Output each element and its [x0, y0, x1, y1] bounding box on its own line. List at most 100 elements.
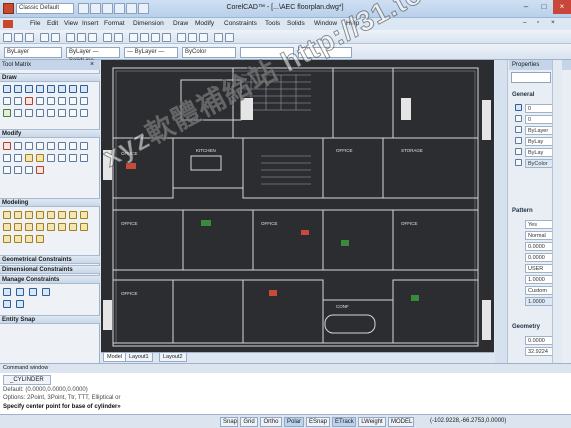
box-icon[interactable] [3, 211, 11, 219]
tab-layout2[interactable]: Layout2 [159, 353, 187, 362]
zoom-fit-icon[interactable] [162, 33, 171, 42]
boundary-icon[interactable] [69, 97, 77, 105]
scale-icon[interactable] [80, 142, 88, 150]
thicken-icon[interactable] [36, 235, 44, 243]
pan-icon[interactable] [129, 33, 138, 42]
new-icon[interactable] [3, 33, 12, 42]
undo-icon[interactable] [103, 33, 112, 42]
menu-insert[interactable]: Insert [82, 20, 98, 27]
app-logo-icon[interactable] [3, 3, 14, 14]
menu-dimension[interactable]: Dimension [133, 20, 164, 27]
sketch-icon[interactable] [58, 97, 66, 105]
rectangle-icon[interactable] [47, 85, 55, 93]
offset-icon[interactable] [36, 142, 44, 150]
sphere-icon[interactable] [47, 211, 55, 219]
mirror-icon[interactable] [25, 142, 33, 150]
cylinder-icon[interactable] [36, 211, 44, 219]
save-icon[interactable] [102, 3, 113, 14]
new-file-icon[interactable] [78, 3, 89, 14]
union-icon[interactable] [36, 223, 44, 231]
text-icon[interactable] [47, 109, 55, 117]
image-icon[interactable] [80, 109, 88, 117]
revolve-icon[interactable] [3, 223, 11, 231]
cone-icon[interactable] [25, 211, 33, 219]
circle-icon[interactable] [25, 85, 33, 93]
align-icon[interactable] [14, 166, 22, 174]
doc-icon[interactable] [3, 20, 13, 28]
extrude-icon[interactable] [80, 211, 88, 219]
polygon-icon[interactable] [58, 85, 66, 93]
doc-restore-icon[interactable]: ▫ [537, 19, 539, 26]
intersect-icon[interactable] [58, 223, 66, 231]
menu-modify[interactable]: Modify [195, 20, 214, 27]
tab-model[interactable]: Model [103, 353, 126, 362]
pattern-icon[interactable] [47, 142, 55, 150]
etrack-toggle[interactable]: ETrack [332, 417, 356, 427]
match-icon[interactable] [214, 33, 223, 42]
command-prompt[interactable]: Specify center point for base of cylinde… [3, 404, 121, 410]
model-toggle[interactable]: MODEL [388, 417, 414, 427]
menu-draw[interactable]: Draw [173, 20, 188, 27]
ellipse-icon[interactable] [69, 85, 77, 93]
shell-icon[interactable] [14, 235, 22, 243]
lweight-toggle[interactable]: LWeight [358, 417, 386, 427]
save-icon[interactable] [25, 33, 34, 42]
region-icon[interactable] [80, 97, 88, 105]
esnap-toggle[interactable]: ESnap [306, 417, 330, 427]
menu-constraints[interactable]: Constraints [224, 20, 257, 27]
wipeout-icon[interactable] [25, 109, 33, 117]
loft-icon[interactable] [25, 223, 33, 231]
section-dimensional-constraints[interactable]: Dimensional Constraints [0, 265, 100, 274]
menu-tools[interactable]: Tools [265, 20, 280, 27]
menu-edit[interactable]: Edit [47, 20, 58, 27]
rotate-icon[interactable] [69, 142, 77, 150]
copy-entity-icon[interactable] [14, 142, 22, 150]
command-input[interactable]: _CYLINDER [3, 375, 51, 385]
chamfer-icon[interactable] [69, 154, 77, 162]
paste-icon[interactable] [88, 33, 97, 42]
section-icon[interactable] [80, 223, 88, 231]
stretch-icon[interactable] [3, 154, 11, 162]
slice-icon[interactable] [69, 223, 77, 231]
help-icon[interactable] [199, 33, 208, 42]
tab-layout1[interactable]: Layout1 [125, 353, 153, 362]
section-manage-constraints[interactable]: Manage Constraints [0, 275, 100, 284]
preview-icon[interactable] [51, 33, 60, 42]
close-icon[interactable]: × [553, 0, 571, 14]
auto-constrain-icon[interactable] [29, 288, 37, 296]
explode-icon[interactable] [3, 166, 11, 174]
maximize-icon[interactable]: □ [535, 0, 553, 14]
join-icon[interactable] [58, 154, 66, 162]
cloud-icon[interactable] [47, 97, 55, 105]
fillet-icon[interactable] [80, 154, 88, 162]
section-draw[interactable]: Draw [0, 73, 100, 82]
polyline-icon[interactable] [14, 85, 22, 93]
interfere-icon[interactable] [3, 235, 11, 243]
section-modeling[interactable]: Modeling [0, 198, 100, 207]
properties-scrollbar[interactable] [552, 60, 562, 363]
line-icon[interactable] [3, 85, 11, 93]
print-icon[interactable] [40, 33, 49, 42]
menu-view[interactable]: View [64, 20, 78, 27]
doc-close-icon[interactable]: × [551, 19, 555, 26]
edit-poly-icon[interactable] [25, 166, 33, 174]
break-icon[interactable] [47, 154, 55, 162]
spline-icon[interactable] [80, 85, 88, 93]
mtext-icon[interactable] [58, 109, 66, 117]
layer-select[interactable]: ByLayer [4, 47, 62, 58]
wedge-icon[interactable] [14, 211, 22, 219]
lineweight-select[interactable]: — ByLayer — [124, 47, 178, 58]
point-icon[interactable] [25, 97, 33, 105]
section-entity-snap[interactable]: Entity Snap [0, 315, 100, 324]
hide-constraints-icon[interactable] [16, 288, 24, 296]
imprint-icon[interactable] [25, 235, 33, 243]
menu-file[interactable]: File [30, 20, 40, 27]
open-file-icon[interactable] [90, 3, 101, 14]
ray-icon[interactable] [3, 97, 11, 105]
panel-close-icon[interactable]: × [90, 61, 94, 68]
section-geometrical-constraints[interactable]: Geometrical Constraints [0, 255, 100, 264]
show-constraints-icon[interactable] [3, 288, 11, 296]
properties-icon[interactable] [177, 33, 186, 42]
copy-icon[interactable] [77, 33, 86, 42]
parameters-icon[interactable] [3, 300, 11, 308]
